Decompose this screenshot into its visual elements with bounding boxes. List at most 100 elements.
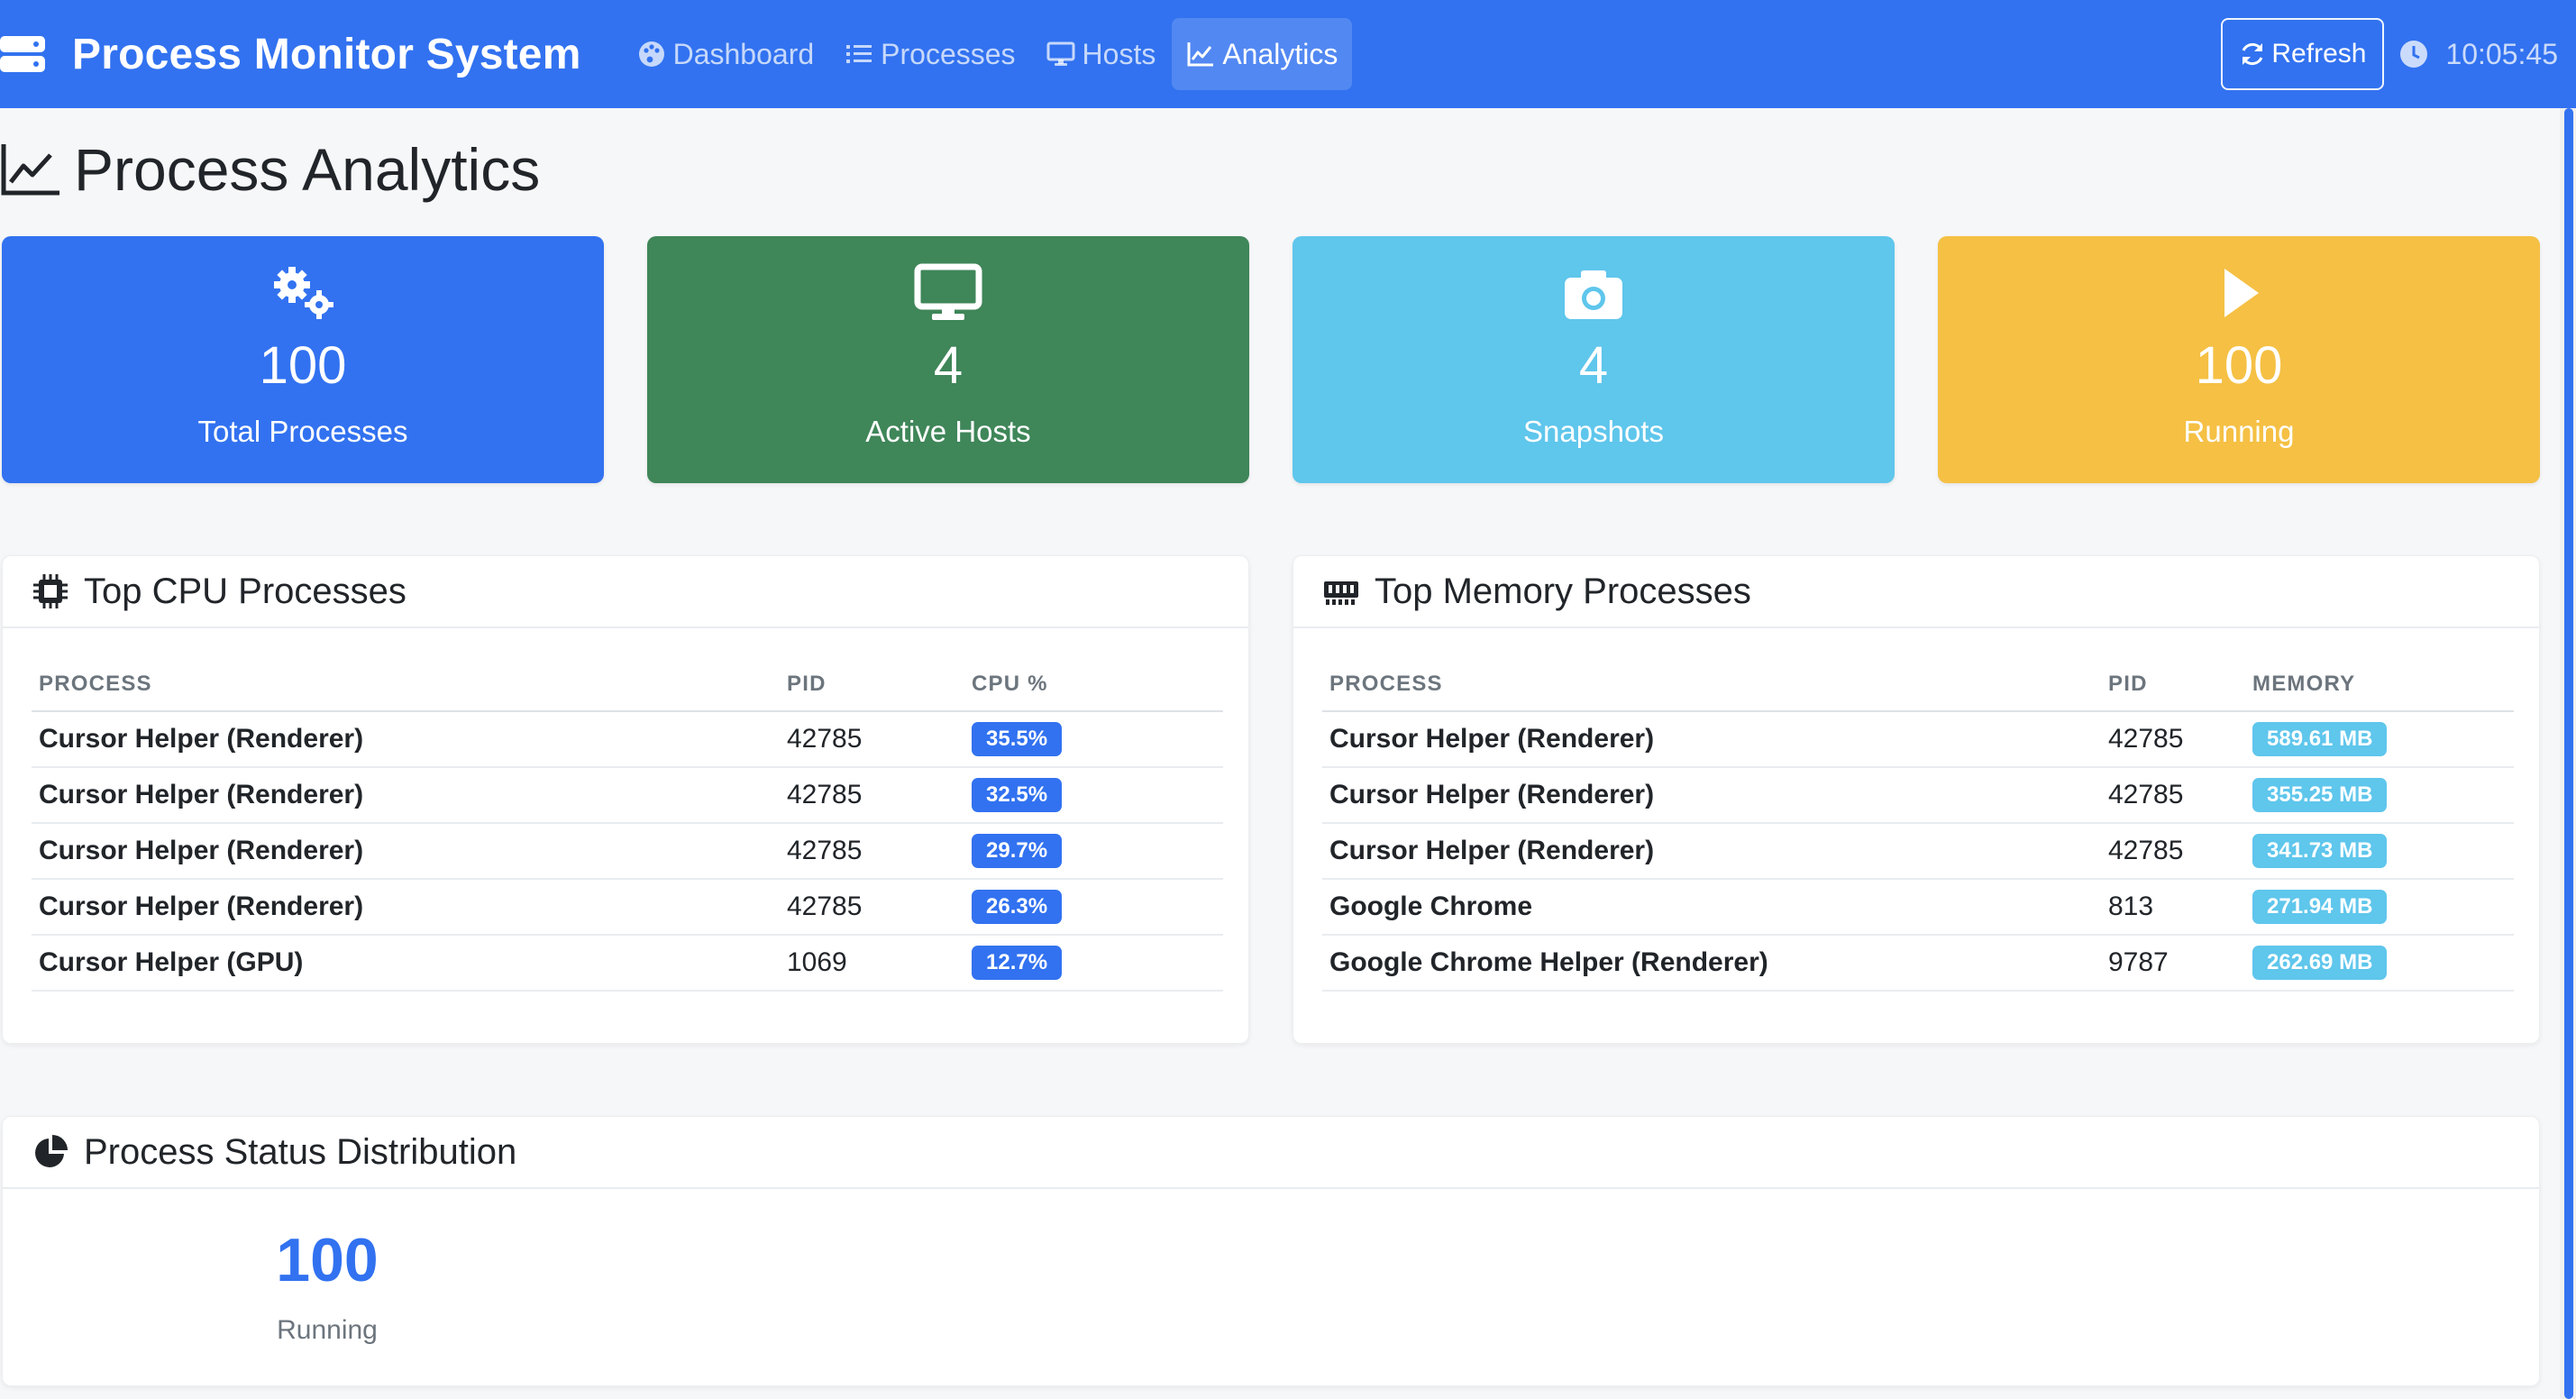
brand[interactable]: Process Monitor System xyxy=(0,30,581,79)
table-row[interactable]: Cursor Helper (Renderer) 42785 29.7% xyxy=(32,823,1223,880)
refresh-label: Refresh xyxy=(2271,39,2367,69)
process-pid: 42785 xyxy=(2101,823,2245,880)
panel-header: Top Memory Processes xyxy=(1293,556,2539,628)
cpu-badge: 35.5% xyxy=(972,722,1063,756)
panel-title: Process Status Distribution xyxy=(84,1131,517,1172)
table-row[interactable]: Cursor Helper (Renderer) 42785 32.5% xyxy=(32,767,1223,824)
memory-cell: 271.94 MB xyxy=(2245,879,2514,936)
process-pid: 42785 xyxy=(780,767,964,824)
nav-item-processes[interactable]: Processes xyxy=(830,18,1029,90)
panel-header: Top CPU Processes xyxy=(3,556,1248,628)
page-title: Process Analytics xyxy=(0,135,540,204)
page-scrollbar[interactable] xyxy=(2560,108,2576,1399)
column-header-cpu[interactable]: CPU % xyxy=(964,657,1223,712)
cpu-table: PROCESS PID CPU % Cursor Helper (Rendere… xyxy=(32,657,1223,992)
process-pid: 42785 xyxy=(780,711,964,768)
table-header-row: PROCESS PID CPU % xyxy=(32,657,1223,712)
panel-title: Top Memory Processes xyxy=(1375,571,1751,611)
process-name: Cursor Helper (Renderer) xyxy=(32,879,780,936)
cpu-badge: 26.3% xyxy=(972,890,1063,924)
stat-card-running: 100 Running xyxy=(1938,236,2540,483)
cpu-badge: 12.7% xyxy=(972,946,1063,980)
page-title-text: Process Analytics xyxy=(74,136,541,203)
memory-table: PROCESS PID MEMORY Cursor Helper (Render… xyxy=(1322,657,2514,992)
status-count: 100 xyxy=(276,1226,379,1294)
stat-label: Snapshots xyxy=(1523,415,1664,448)
main-nav: Dashboard Processes Hosts Analytics xyxy=(623,0,1355,108)
process-pid: 813 xyxy=(2101,879,2245,936)
desktop-icon xyxy=(914,263,982,320)
desktop-icon xyxy=(1046,41,1075,66)
top-navbar: Process Monitor System Dashboard Process… xyxy=(0,0,2576,108)
stat-value: 4 xyxy=(933,336,964,395)
process-name: Cursor Helper (Renderer) xyxy=(32,711,780,768)
stat-label: Total Processes xyxy=(197,415,408,448)
status-distribution-panel: Process Status Distribution 100 Running xyxy=(2,1116,2540,1386)
panel-header: Process Status Distribution xyxy=(3,1117,2539,1189)
scrollbar-thumb[interactable] xyxy=(2564,108,2573,1399)
microchip-icon xyxy=(33,574,68,608)
process-name: Cursor Helper (Renderer) xyxy=(32,823,780,880)
column-header-process[interactable]: PROCESS xyxy=(1322,657,2101,712)
refresh-button[interactable]: Refresh xyxy=(2221,18,2385,90)
process-name: Cursor Helper (Renderer) xyxy=(1322,711,2101,768)
cpu-badge: 32.5% xyxy=(972,778,1063,812)
process-pid: 42785 xyxy=(2101,767,2245,824)
stat-card-total-processes: 100 Total Processes xyxy=(2,236,604,483)
stat-label: Running xyxy=(2183,415,2295,448)
memory-badge: 589.61 MB xyxy=(2252,722,2388,756)
table-row[interactable]: Google Chrome Helper (Renderer) 9787 262… xyxy=(1322,935,2514,992)
clock-time: 10:05:45 xyxy=(2445,37,2558,70)
process-name: Google Chrome Helper (Renderer) xyxy=(1322,935,2101,992)
play-icon xyxy=(2224,269,2259,317)
palette-icon xyxy=(638,41,664,67)
nav-label-hosts: Hosts xyxy=(1082,37,1156,70)
app-title: Process Monitor System xyxy=(72,30,581,78)
table-row[interactable]: Cursor Helper (Renderer) 42785 341.73 MB xyxy=(1322,823,2514,880)
cpu-cell: 29.7% xyxy=(964,823,1223,880)
pie-chart-icon xyxy=(35,1135,68,1167)
top-memory-panel: Top Memory Processes PROCESS PID MEMORY … xyxy=(1293,555,2540,1044)
column-header-pid[interactable]: PID xyxy=(2101,657,2245,712)
nav-label-processes: Processes xyxy=(881,37,1016,70)
table-row[interactable]: Google Chrome 813 271.94 MB xyxy=(1322,879,2514,936)
nav-item-dashboard[interactable]: Dashboard xyxy=(623,18,829,90)
table-row[interactable]: Cursor Helper (GPU) 1069 12.7% xyxy=(32,935,1223,992)
process-pid: 42785 xyxy=(2101,711,2245,768)
memory-badge: 262.69 MB xyxy=(2252,946,2388,980)
process-name: Cursor Helper (Renderer) xyxy=(1322,823,2101,880)
cpu-badge: 29.7% xyxy=(972,834,1063,868)
process-pid: 1069 xyxy=(780,935,964,992)
process-pid: 9787 xyxy=(2101,935,2245,992)
table-row[interactable]: Cursor Helper (Renderer) 42785 589.61 MB xyxy=(1322,711,2514,768)
memory-badge: 271.94 MB xyxy=(2252,890,2388,924)
memory-cell: 262.69 MB xyxy=(2245,935,2514,992)
cpu-cell: 12.7% xyxy=(964,935,1223,992)
chart-line-icon xyxy=(1187,42,1214,67)
cpu-cell: 26.3% xyxy=(964,879,1223,936)
process-pid: 42785 xyxy=(780,879,964,936)
table-row[interactable]: Cursor Helper (Renderer) 42785 355.25 MB xyxy=(1322,767,2514,824)
table-row[interactable]: Cursor Helper (Renderer) 42785 26.3% xyxy=(32,879,1223,936)
stat-card-snapshots: 4 Snapshots xyxy=(1293,236,1895,483)
process-pid: 42785 xyxy=(780,823,964,880)
column-header-pid[interactable]: PID xyxy=(780,657,964,712)
column-header-process[interactable]: PROCESS xyxy=(32,657,780,712)
memory-badge: 355.25 MB xyxy=(2252,778,2388,812)
cpu-cell: 35.5% xyxy=(964,711,1223,768)
navbar-right: Refresh 10:05:45 xyxy=(2221,0,2558,108)
table-header-row: PROCESS PID MEMORY xyxy=(1322,657,2514,712)
nav-item-hosts[interactable]: Hosts xyxy=(1032,18,1171,90)
cogs-icon xyxy=(274,267,333,319)
memory-badge: 341.73 MB xyxy=(2252,834,2388,868)
cpu-cell: 32.5% xyxy=(964,767,1223,824)
memory-cell: 341.73 MB xyxy=(2245,823,2514,880)
stat-label: Active Hosts xyxy=(865,415,1031,448)
table-row[interactable]: Cursor Helper (Renderer) 42785 35.5% xyxy=(32,711,1223,768)
process-name: Cursor Helper (Renderer) xyxy=(32,767,780,824)
nav-item-analytics[interactable]: Analytics xyxy=(1172,18,1353,90)
clock: 10:05:45 xyxy=(2398,38,2558,71)
column-header-memory[interactable]: MEMORY xyxy=(2245,657,2514,712)
list-icon xyxy=(846,45,872,63)
stat-card-active-hosts: 4 Active Hosts xyxy=(647,236,1249,483)
